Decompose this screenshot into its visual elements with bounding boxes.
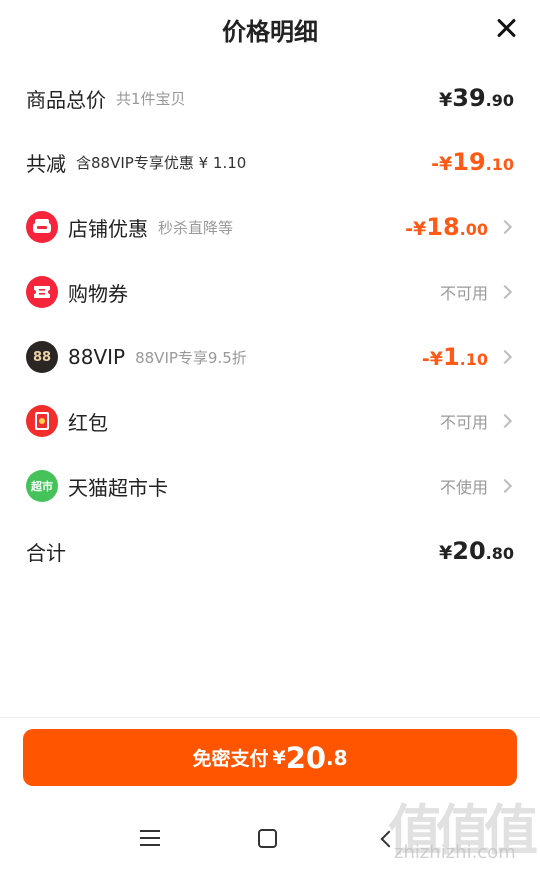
red-envelope-icon — [26, 405, 58, 437]
sum-label: 合计 — [26, 540, 66, 565]
tmall-supermarket-card-status: 不使用 — [439, 478, 488, 497]
vip88-label: 88VIP — [68, 345, 126, 369]
tmall-supermarket-card-row[interactable]: 超市 天猫超市卡 不使用 — [0, 462, 540, 510]
tmall-supermarket-card-icon: 超市 — [26, 470, 58, 502]
header: 价格明细 — [0, 0, 540, 60]
close-icon[interactable] — [494, 16, 518, 40]
goods-total-label: 商品总价 — [26, 87, 106, 112]
red-envelope-label: 红包 — [68, 410, 108, 435]
footer-divider — [0, 717, 540, 718]
back-icon[interactable] — [380, 830, 398, 848]
goods-total-price: ¥39.90 — [439, 84, 514, 112]
chevron-right-icon — [497, 219, 513, 235]
total-reduction-row: 共减 含88VIP专享优惠 ¥ 1.10 -¥19.10 — [0, 138, 540, 186]
sum-row: 合计 ¥20.80 — [0, 527, 540, 575]
shopping-voucher-status: 不可用 — [439, 284, 488, 303]
total-reduction-price: -¥19.10 — [431, 148, 514, 176]
red-envelope-row[interactable]: 红包 不可用 — [0, 397, 540, 445]
shop-discount-price: -¥18.00 — [405, 213, 488, 241]
shopping-voucher-row[interactable]: 购物券 不可用 — [0, 268, 540, 316]
chevron-right-icon — [497, 349, 513, 365]
goods-total-row: 商品总价 共1件宝贝 ¥39.90 — [0, 74, 540, 122]
system-nav-bar — [0, 800, 540, 872]
shopping-voucher-label: 购物券 — [68, 281, 128, 306]
page-title: 价格明细 — [222, 18, 318, 46]
total-reduction-label: 共减 — [26, 151, 66, 176]
sum-price: ¥20.80 — [439, 537, 514, 565]
red-envelope-status: 不可用 — [439, 413, 488, 432]
shop-discount-row[interactable]: 店铺优惠 秒杀直降等 -¥18.00 — [0, 203, 540, 251]
vip-88-icon: 88 — [26, 341, 58, 373]
password-free-pay-button[interactable]: 免密支付 ¥20.8 — [23, 729, 517, 786]
vip88-note: 88VIP专享9.5折 — [135, 348, 247, 367]
chevron-right-icon — [497, 284, 513, 300]
pay-button-label: 免密支付 — [192, 748, 269, 770]
home-icon[interactable] — [258, 829, 277, 848]
vip88-row[interactable]: 88 88VIP 88VIP专享9.5折 -¥1.10 — [0, 333, 540, 381]
chevron-right-icon — [497, 413, 513, 429]
ticket-icon — [26, 276, 58, 308]
tmall-supermarket-card-label: 天猫超市卡 — [68, 475, 168, 500]
recent-apps-icon[interactable] — [140, 830, 160, 846]
total-reduction-note: 含88VIP专享优惠 ¥ 1.10 — [76, 153, 247, 172]
vip88-price: -¥1.10 — [421, 343, 488, 371]
shop-discount-label: 店铺优惠 — [68, 216, 148, 241]
shop-discount-note: 秒杀直降等 — [158, 218, 234, 237]
chevron-right-icon — [497, 478, 513, 494]
goods-count: 共1件宝贝 — [116, 89, 186, 108]
shop-coupon-icon — [26, 211, 58, 243]
